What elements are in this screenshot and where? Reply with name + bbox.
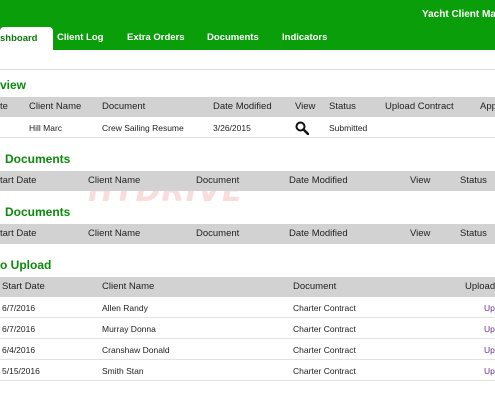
col-header-status: Status (460, 175, 487, 186)
col-header-client-name: Client Name (102, 281, 155, 292)
section-title-to-upload: o Upload (0, 258, 52, 272)
tab-client-log[interactable]: Client Log (57, 32, 103, 50)
col-header-document: Document (102, 101, 146, 112)
cell-start-date: 6/7/2016 (2, 324, 36, 334)
section-title-overview: view (0, 78, 27, 92)
upload-link[interactable]: Up (484, 345, 495, 355)
tab-indicators[interactable]: Indicators (282, 32, 327, 50)
table-row: 6/7/2016 Murray Donna Charter Contract U… (0, 319, 495, 339)
col-header-document: Document (196, 175, 240, 186)
section-title-documents-1: Documents (5, 152, 71, 166)
col-header-approve: App (480, 101, 495, 112)
tab-extra-orders[interactable]: Extra Orders (127, 32, 185, 50)
table-row: 5/15/2016 Smith Stan Charter Contract Up (0, 361, 495, 381)
upload-link[interactable]: Up (484, 366, 495, 376)
col-header-view: View (410, 228, 431, 239)
cell-start-date: 6/4/2016 (2, 345, 36, 355)
table-row: 6/4/2016 Cranshaw Donald Charter Contrac… (0, 340, 495, 360)
cell-client-name: Smith Stan (102, 366, 144, 376)
col-header-status: Status (329, 101, 356, 112)
col-header-upload: Upload (465, 281, 495, 292)
cell-client-name: Hill Marc (29, 123, 63, 133)
cell-date-modified: 3/26/2015 (213, 123, 251, 133)
cell-status: Submitted (329, 123, 368, 133)
cell-start-date: 5/15/2016 (2, 366, 40, 376)
upload-link[interactable]: Up (484, 324, 495, 334)
cell-document: Charter Contract (293, 303, 356, 313)
upload-link[interactable]: Up (484, 303, 495, 313)
table-row: 6/7/2016 Allen Randy Charter Contract Up (0, 298, 495, 318)
col-header-client-name: Client Name (88, 175, 141, 186)
cell-document: Crew Sailing Resume (102, 123, 184, 133)
col-header-client-name: Client Name (29, 101, 82, 112)
col-header-start-date: te (0, 101, 8, 112)
tab-documents[interactable]: Documents (207, 32, 259, 50)
magnifier-icon[interactable] (295, 121, 309, 135)
app-title: Yacht Client Mana (422, 9, 495, 20)
col-header-document: Document (196, 228, 240, 239)
top-nav-bar: Yacht Client Mana shboard Client Log Ext… (0, 0, 495, 50)
col-header-status: Status (460, 228, 487, 239)
col-header-date-modified: Date Modified (289, 175, 348, 186)
col-header-start-date: tart Date (0, 228, 37, 239)
col-header-client-name: Client Name (88, 228, 141, 239)
col-header-date-modified: Date Modified (289, 228, 348, 239)
col-header-upload-contract: Upload Contract (385, 101, 454, 112)
col-header-view: View (295, 101, 316, 112)
documents-2-table-header: tart Date Client Name Document Date Modi… (0, 224, 495, 244)
cell-document: Charter Contract (293, 366, 356, 376)
section-title-documents-2: Documents (5, 205, 71, 219)
cell-client-name: Allen Randy (102, 303, 148, 313)
documents-1-table-header: tart Date Client Name Document Date Modi… (0, 171, 495, 191)
cell-document: Charter Contract (293, 345, 356, 355)
cell-client-name: Cranshaw Donald (102, 345, 170, 355)
col-header-document: Document (293, 281, 337, 292)
col-header-start-date: tart Date (0, 175, 37, 186)
cell-document: Charter Contract (293, 324, 356, 334)
tab-dashboard[interactable]: shboard (0, 27, 53, 50)
upload-table-header: Start Date Client Name Document Upload (0, 277, 495, 297)
table-row: Hill Marc Crew Sailing Resume 3/26/2015 … (0, 118, 495, 138)
overview-table-header: te Client Name Document Date Modified Vi… (0, 97, 495, 117)
col-header-start-date: Start Date (2, 281, 45, 292)
header-divider (0, 69, 495, 70)
col-header-view: View (410, 175, 431, 186)
cell-start-date: 6/7/2016 (2, 303, 36, 313)
col-header-date-modified: Date Modified (213, 101, 272, 112)
cell-client-name: Murray Donna (102, 324, 156, 334)
